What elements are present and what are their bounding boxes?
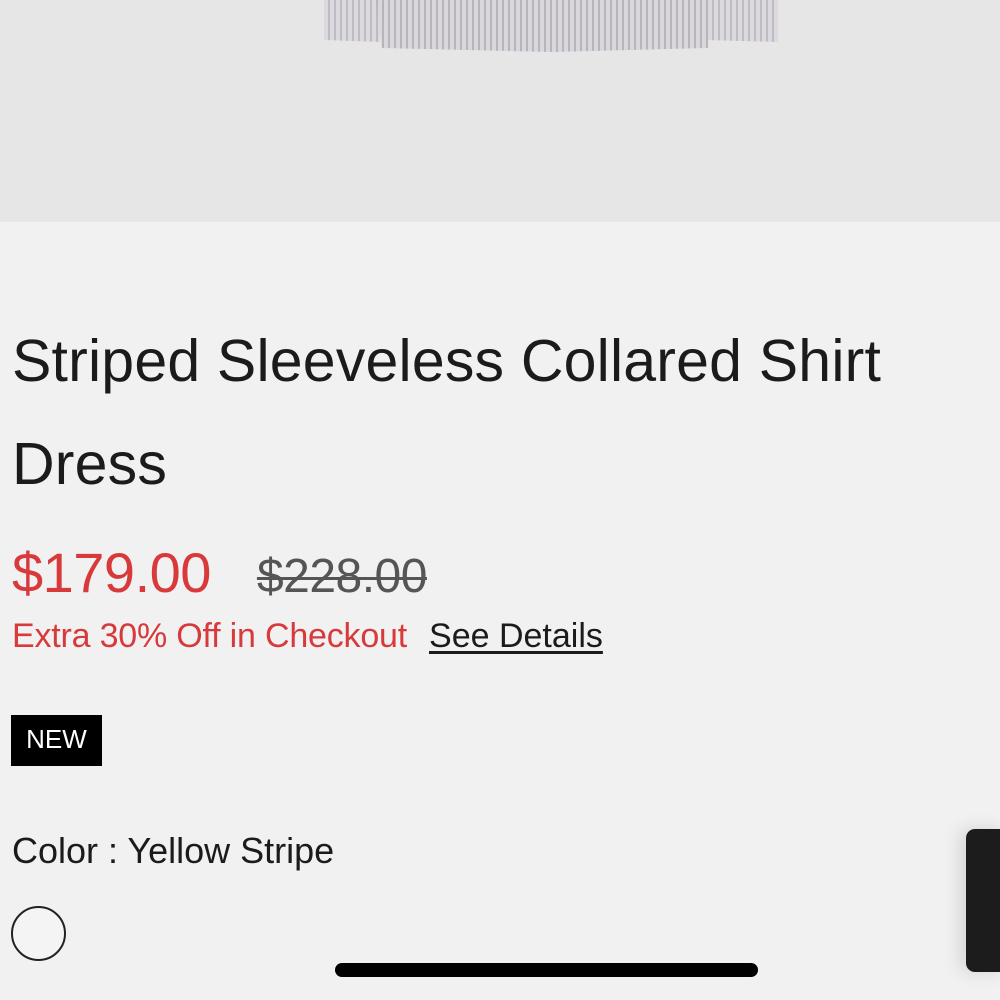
promo-row: Extra 30% Off in Checkout See Details	[12, 617, 603, 656]
sale-price: $179.00	[12, 541, 211, 604]
price-row: $179.00 $228.00	[12, 540, 427, 620]
product-image	[324, 0, 778, 52]
product-title: Striped Sleeveless Collared Shirt Dress	[12, 328, 882, 497]
side-drawer-tab[interactable]	[966, 829, 1000, 972]
original-price: $228.00	[256, 550, 428, 603]
swatch-circle-icon[interactable]	[11, 906, 66, 961]
home-indicator	[335, 963, 758, 977]
product-image-area[interactable]	[0, 0, 1000, 222]
promo-text: Extra 30% Off in Checkout	[12, 617, 408, 655]
new-badge: NEW	[11, 715, 102, 766]
color-label: Color : Yellow Stripe	[12, 830, 335, 871]
see-details-link[interactable]: See Details	[429, 617, 603, 656]
